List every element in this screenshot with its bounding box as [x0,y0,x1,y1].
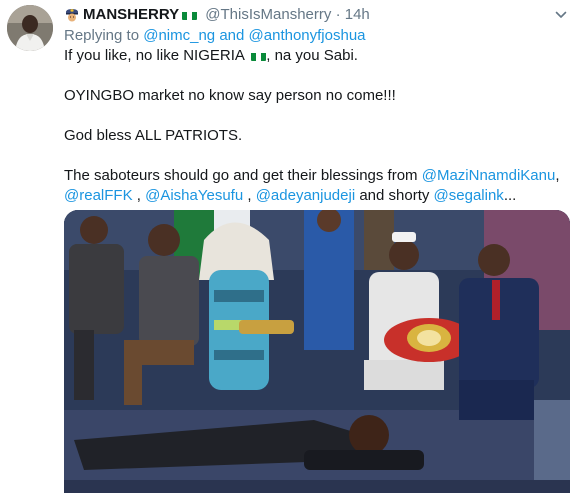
tweet-photo[interactable] [64,210,570,493]
line1-end: , na you Sabi. [266,47,358,64]
reply-mention-anthonyfjoshua[interactable]: @anthonyfjoshua [249,27,366,44]
header-separator: · [335,6,341,23]
nigeria-flag-icon [182,9,198,20]
tweet-header: MANSHERRY @ThisIsMansherry · 14h [64,5,370,25]
replying-prefix: Replying to [64,27,140,44]
ellipsis: ... [503,187,517,204]
comma: , [247,187,252,204]
author-name[interactable]: MANSHERRY [83,6,179,23]
comma: , [136,187,141,204]
nigeria-flag-icon [251,50,267,61]
tweet-text: If you like, no like NIGERIA , na you Sa… [64,46,564,206]
tweet-line-3: God bless ALL PATRIOTS. [64,127,243,144]
tweet-line-4: The saboteurs should go and get their bl… [64,166,564,186]
mention-adeyanjudeji[interactable]: @adeyanjudeji [256,187,355,204]
line1-text: If you like, no like NIGERIA [64,47,245,64]
replying-to: Replying to @nimc_ng and @anthonyfjoshua [64,26,366,46]
author-handle[interactable]: @ThisIsMansherry [205,6,331,23]
tweet[interactable]: MANSHERRY @ThisIsMansherry · 14h Replyin… [0,0,577,493]
reply-mention-nimc[interactable]: @nimc_ng [143,27,215,44]
chevron-down-icon[interactable] [555,9,567,21]
line4-text: The saboteurs should go and get their bl… [64,167,418,184]
and-shorty-text: and shorty [359,187,430,204]
mention-segalink[interactable]: @segalink [434,187,504,204]
reply-and: and [219,27,245,44]
police-officer-emoji-icon [64,6,80,22]
tweet-line-2: OYINGBO market no know say person no com… [64,87,396,104]
avatar-image [7,5,53,51]
avatar[interactable] [7,5,53,51]
event-photo [64,210,570,493]
comma: , [555,167,560,184]
mention-mazinnamdikanu[interactable]: @MaziNnamdiKanu [422,167,556,184]
mention-aishayesufu[interactable]: @AishaYesufu [145,187,243,204]
tweet-line-5: @realFFK , @AishaYesufu , @adeyanjudeji … [64,186,564,206]
mention-realffk[interactable]: @realFFK [64,187,133,204]
tweet-line-1: If you like, no like NIGERIA , na you Sa… [64,46,564,66]
tweet-timestamp[interactable]: 14h [345,6,370,23]
